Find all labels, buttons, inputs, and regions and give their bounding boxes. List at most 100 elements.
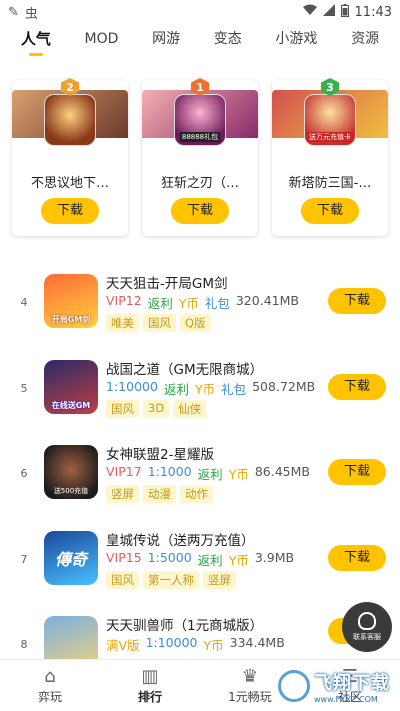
tab-modded[interactable]: 变态 bbox=[210, 24, 246, 58]
tag: 唯美 bbox=[106, 314, 139, 332]
customer-service-label: 联系客服 bbox=[353, 633, 381, 641]
game-title: 天天驯兽师（1元商城版） bbox=[106, 618, 264, 634]
tag: 国风 bbox=[106, 399, 139, 418]
rank-number: 4 bbox=[20, 296, 28, 309]
nav-ranking[interactable]: ▥ 排行 bbox=[115, 666, 185, 705]
icon-caption: 在线送GM bbox=[51, 400, 91, 410]
meta-size: 86.45MB bbox=[254, 464, 310, 479]
game-title: 天天狙击-开局GM剑 bbox=[106, 276, 228, 292]
download-button[interactable]: 下载 bbox=[328, 288, 386, 314]
meta-rebate: 返利 bbox=[197, 552, 223, 568]
meta-ratio: 1:5000 bbox=[147, 549, 192, 565]
ranking-icon: ▥ bbox=[141, 666, 159, 687]
game-title: 皇城传说（送两万充值） bbox=[106, 532, 255, 549]
card-title: 新塔防三国-… bbox=[288, 176, 372, 191]
meta-rebate: 返利 bbox=[163, 381, 189, 397]
tab-mini-games[interactable]: 小游戏 bbox=[271, 24, 321, 58]
top-ranked-cards: 2 不思议地下… 下载 1 88888礼包 狂斩之刃（… 下载 3 送万元充值卡… bbox=[12, 78, 388, 236]
game-meta: VIP15 1:5000 返利 Y币 3.9MB bbox=[106, 550, 294, 569]
rank-number: 6 bbox=[20, 467, 28, 480]
download-button[interactable]: 下载 bbox=[301, 198, 359, 224]
game-title: 战国之道（GM无限商城） bbox=[106, 361, 264, 378]
tag: 竖屏 bbox=[106, 485, 139, 503]
meta-vip: VIP15 bbox=[106, 549, 142, 565]
tab-resources[interactable]: 资源 bbox=[347, 24, 383, 58]
list-item[interactable]: 4 开局GM剑 天天狙击-开局GM剑 VIP12 返利 Y币 礼包 320.41… bbox=[0, 262, 400, 348]
meta-vip: VIP17 bbox=[106, 464, 142, 479]
watermark-url: www.FXXZ.COM bbox=[314, 694, 378, 704]
nav-one-yuan[interactable]: ♛ 1元畅玩 bbox=[215, 666, 285, 705]
site-watermark: 飞翔下载 www.FXXZ.COM bbox=[278, 666, 396, 706]
status-bar: ✎ 虫 11:43 bbox=[0, 0, 400, 24]
clean-brush-icon: ✎ bbox=[8, 4, 19, 20]
game-icon: 在线送GM bbox=[44, 359, 98, 414]
download-button[interactable]: 下载 bbox=[328, 459, 386, 485]
download-button[interactable]: 下载 bbox=[328, 373, 386, 400]
tag: 竖屏 bbox=[203, 570, 236, 589]
top-card-rank-3[interactable]: 3 送万元充值卡 新塔防三国-… 下载 bbox=[272, 78, 388, 236]
game-icon: 开局GM剑 bbox=[44, 274, 98, 328]
game-title: 女神联盟2-星耀版 bbox=[106, 447, 214, 463]
game-icon: 88888礼包 bbox=[174, 94, 226, 146]
download-button[interactable]: 下载 bbox=[41, 198, 99, 224]
tag: Q版 bbox=[180, 314, 211, 332]
game-meta: VIP17 1:1000 返利 Y币 86.45MB bbox=[106, 464, 310, 483]
nav-label: 1元畅玩 bbox=[228, 690, 272, 704]
game-icon: 送万元充值卡 bbox=[304, 94, 356, 146]
meta-ratio: 1:10000 bbox=[145, 635, 198, 650]
game-tags: 唯美 国风 Q版 bbox=[106, 314, 211, 332]
meta-size: 3.9MB bbox=[254, 549, 295, 565]
icon-caption: 88888礼包 bbox=[179, 132, 221, 142]
game-icon: 送500充值 bbox=[44, 445, 98, 499]
list-item[interactable]: 5 在线送GM 战国之道（GM无限商城） 1:10000 返利 Y币 礼包 50… bbox=[0, 348, 400, 434]
meta-size: 508.72MB bbox=[252, 378, 316, 394]
game-icon bbox=[44, 94, 96, 146]
icon-caption: 送500充值 bbox=[53, 487, 89, 495]
tag: 动作 bbox=[180, 485, 213, 503]
meta-rebate: 返利 bbox=[147, 296, 173, 311]
category-tabs: 人气 MOD 网游 变态 小游戏 资源 bbox=[0, 24, 400, 58]
app-notification-icon: 虫 bbox=[24, 6, 38, 22]
icon-caption: 开局GM剑 bbox=[51, 315, 91, 324]
game-tags: 竖屏 动漫 动作 bbox=[106, 485, 213, 503]
crown-icon: ♛ bbox=[241, 666, 259, 687]
meta-ratio: 1:1000 bbox=[147, 464, 192, 479]
tab-mod[interactable]: MOD bbox=[81, 24, 123, 58]
meta-size: 320.41MB bbox=[235, 293, 299, 308]
watermark-logo-icon bbox=[278, 670, 310, 702]
meta-vip: 满V版 bbox=[106, 638, 140, 653]
meta-coin: Y币 bbox=[228, 467, 249, 482]
rank-number: 8 bbox=[20, 638, 28, 651]
game-meta: VIP12 返利 Y币 礼包 320.41MB bbox=[106, 293, 299, 312]
meta-coin: Y币 bbox=[228, 552, 249, 568]
clock: 11:43 bbox=[354, 4, 392, 20]
rank-number: 7 bbox=[20, 552, 28, 566]
tab-online-games[interactable]: 网游 bbox=[148, 24, 184, 58]
signal-icon bbox=[322, 4, 335, 20]
tag: 国风 bbox=[106, 570, 139, 589]
meta-gift: 礼包 bbox=[204, 296, 230, 311]
tab-popular[interactable]: 人气 bbox=[17, 24, 55, 58]
customer-service-button[interactable]: 联系客服 bbox=[342, 602, 392, 652]
battery-icon bbox=[340, 3, 349, 21]
game-icon: 傳奇 bbox=[44, 530, 98, 585]
tag: 国风 bbox=[143, 314, 176, 332]
tag: 第一人称 bbox=[143, 570, 199, 589]
download-button[interactable]: 下载 bbox=[328, 544, 386, 571]
tag: 动漫 bbox=[143, 485, 176, 503]
top-card-rank-1[interactable]: 1 88888礼包 狂斩之刃（… 下载 bbox=[142, 78, 258, 236]
nav-home[interactable]: ⌂ 弈玩 bbox=[15, 666, 85, 705]
nav-label: 弈玩 bbox=[37, 690, 62, 704]
meta-coin: Y币 bbox=[194, 381, 216, 397]
list-item[interactable]: 6 送500充值 女神联盟2-星耀版 VIP17 1:1000 返利 Y币 86… bbox=[0, 433, 400, 519]
download-button[interactable]: 下载 bbox=[171, 198, 229, 224]
headset-icon bbox=[358, 612, 376, 630]
game-tags: 国风 3D 仙侠 bbox=[106, 399, 207, 418]
rank-number: 5 bbox=[20, 381, 28, 395]
tag: 仙侠 bbox=[173, 399, 207, 418]
icon-caption: 傳奇 bbox=[54, 549, 87, 569]
list-item[interactable]: 7 傳奇 皇城传说（送两万充值） VIP15 1:5000 返利 Y币 3.9M… bbox=[0, 519, 400, 605]
meta-rebate: 返利 bbox=[197, 467, 223, 482]
top-card-rank-2[interactable]: 2 不思议地下… 下载 bbox=[12, 78, 128, 236]
game-meta: 1:10000 返利 Y币 礼包 508.72MB bbox=[106, 379, 315, 398]
